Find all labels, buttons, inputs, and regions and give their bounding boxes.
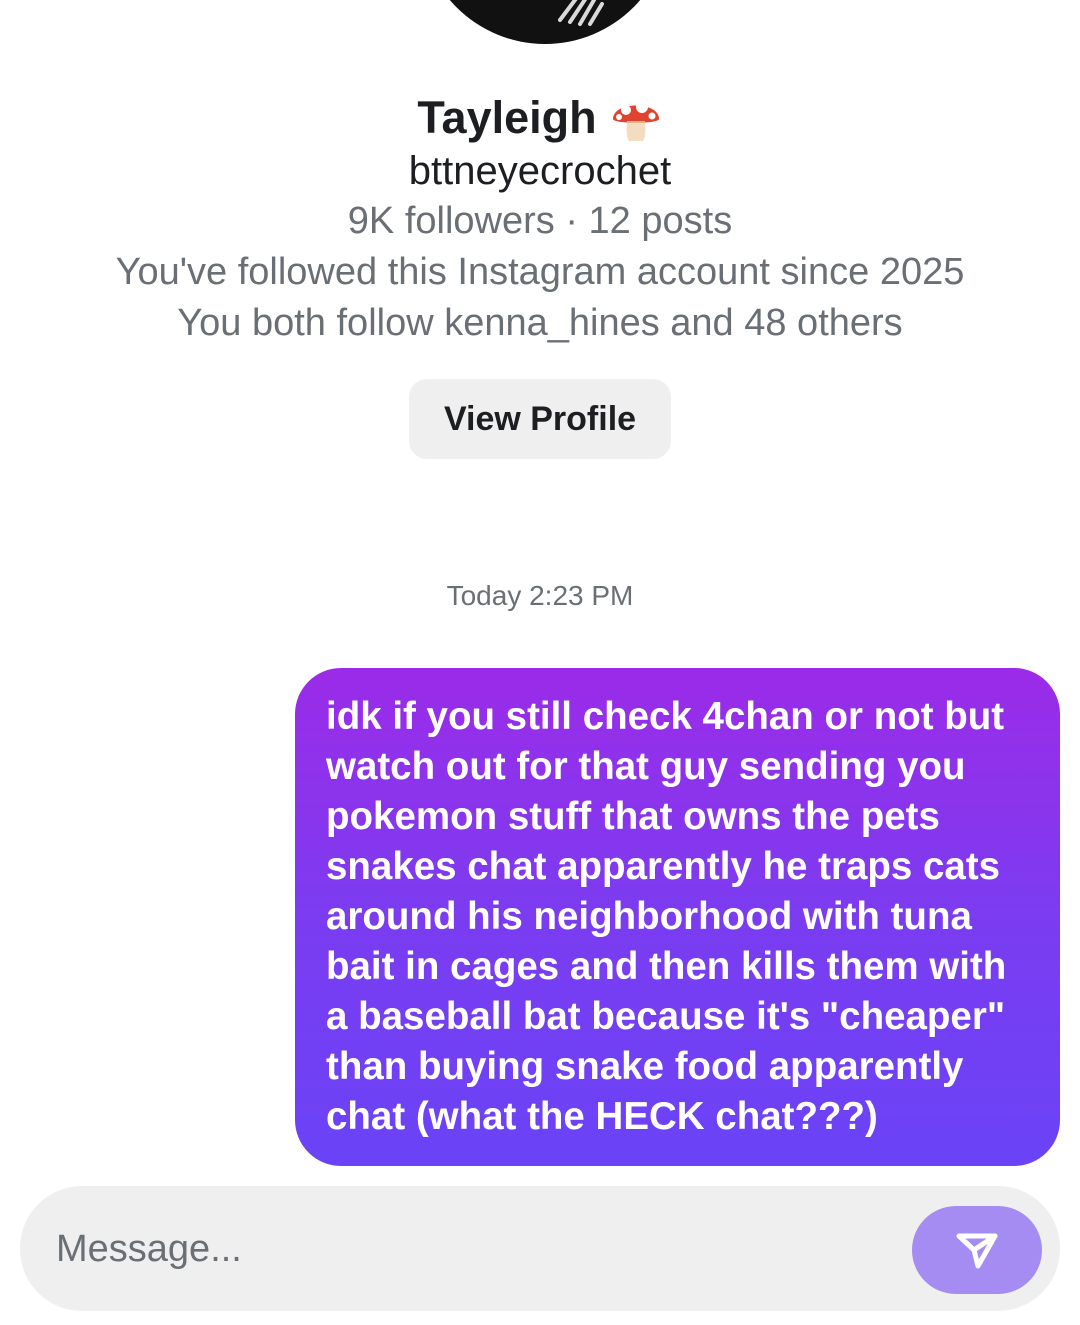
sent-message-bubble[interactable]: idk if you still check 4chan or not but … <box>295 668 1060 1166</box>
message-line: snakes chat apparently he traps cats <box>326 845 1001 888</box>
message-line: a baseball bat because it's "cheaper" <box>326 995 1006 1038</box>
mushroom-icon <box>612 101 659 141</box>
message-input[interactable] <box>56 1216 876 1282</box>
dm-thread-screen: Tayleigh bttneyecrochet 9K followers · 1… <box>0 0 1080 1325</box>
mutual-followers-text: You both follow kenna_hines and 48 other… <box>177 302 903 344</box>
follow-since-text: You've followed this Instagram account s… <box>115 251 965 293</box>
message-line: watch out for that guy sending you <box>326 745 966 788</box>
profile-name-row: Tayleigh <box>0 86 1080 150</box>
message-line: pokemon stuff that owns the pets <box>326 795 940 838</box>
message-line: bait in cages and then kills them with <box>326 945 1007 988</box>
profile-name: Tayleigh <box>417 92 597 143</box>
message-line: than buying snake food apparently <box>326 1045 964 1088</box>
message-composer <box>20 1186 1060 1311</box>
message-line: chat (what the HECK chat???) <box>326 1095 878 1138</box>
message-timestamp: Today 2:23 PM <box>446 580 634 611</box>
profile-username: bttneyecrochet <box>408 149 672 193</box>
send-button[interactable] <box>912 1206 1042 1294</box>
profile-stats: 9K followers · 12 posts <box>347 200 733 242</box>
message-line: idk if you still check 4chan or not but <box>326 695 1005 738</box>
message-line: around his neighborhood with tuna <box>326 895 972 938</box>
avatar-photo-detail <box>558 0 604 26</box>
profile-avatar[interactable] <box>420 0 670 44</box>
profile-header: Tayleigh bttneyecrochet 9K followers · 1… <box>0 86 1080 349</box>
view-profile-button[interactable]: View Profile <box>409 379 671 459</box>
send-icon <box>956 1233 998 1269</box>
